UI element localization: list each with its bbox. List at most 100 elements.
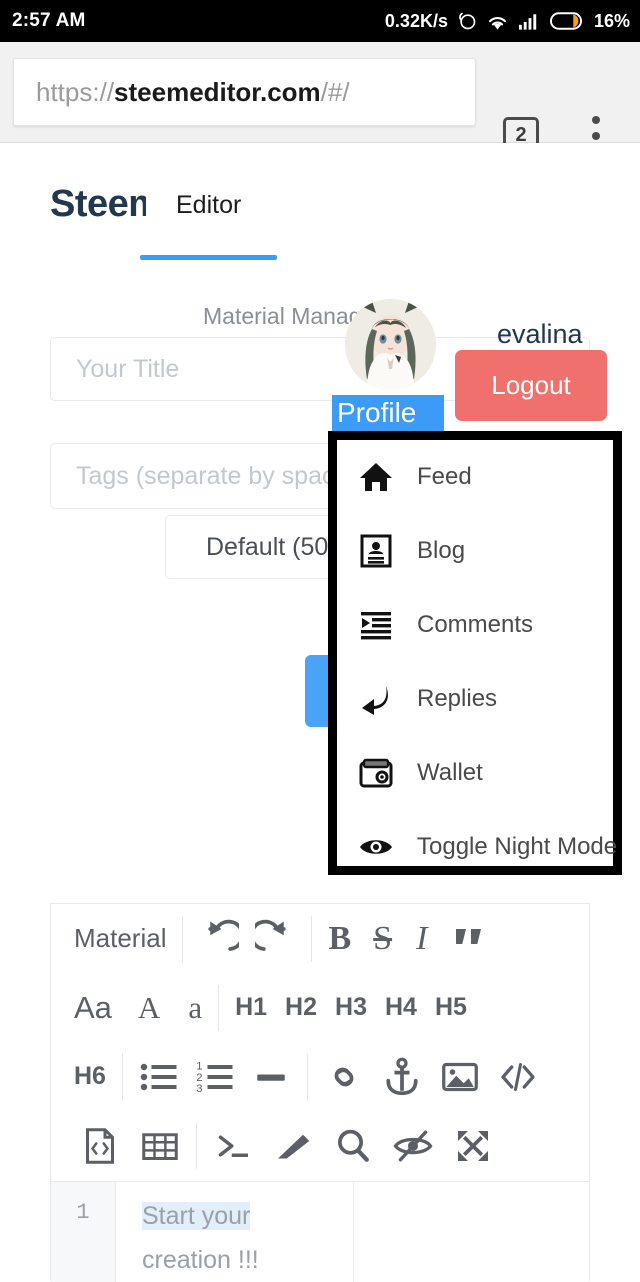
logout-button[interactable]: Logout <box>455 350 607 421</box>
comments-list-icon <box>357 606 395 644</box>
title-placeholder: Your Title <box>76 354 180 383</box>
search-button[interactable] <box>333 1123 373 1169</box>
toolbar-separator <box>182 915 184 962</box>
undo-button[interactable] <box>199 916 240 962</box>
font-family-button[interactable]: A <box>138 985 160 1031</box>
profile-dropdown-menu: Feed Blog Comments Replies Wallet Toggle… <box>328 431 622 875</box>
redo-button[interactable] <box>255 916 295 962</box>
table-button[interactable] <box>140 1123 180 1169</box>
toolbar-separator <box>306 1053 308 1100</box>
code-inline-icon <box>501 1062 535 1091</box>
url-bar[interactable]: https://steemeditor.com/#/ <box>13 58 476 126</box>
avatar[interactable] <box>345 299 436 390</box>
numbered-list-icon: 1 2 3 <box>196 1060 233 1095</box>
anchor-icon <box>386 1057 418 1095</box>
signal-icon <box>518 14 537 30</box>
menu-item-comments[interactable]: Comments <box>337 588 613 662</box>
menu-item-replies[interactable]: Replies <box>337 662 613 736</box>
toolbar-row-3: H6 1 2 3 <box>51 1042 589 1111</box>
tab-editor[interactable]: Editor <box>172 191 246 220</box>
line-number: 1 <box>51 1182 116 1282</box>
image-icon <box>442 1062 478 1091</box>
menu-item-feed[interactable]: Feed <box>337 440 613 514</box>
svg-text:3: 3 <box>196 1083 202 1095</box>
eraser-icon <box>278 1134 310 1158</box>
code-inline-button[interactable] <box>498 1054 538 1100</box>
heading-5-button[interactable]: H5 <box>435 985 467 1031</box>
url-text: https://steemeditor.com/#/ <box>36 77 350 108</box>
svg-text:2: 2 <box>196 1071 202 1083</box>
heading-1-button[interactable]: H1 <box>235 985 267 1031</box>
toolbar-separator <box>121 1053 123 1100</box>
editor-placeholder: Start your creation !!! <box>116 1182 589 1282</box>
strikethrough-button[interactable]: S <box>373 916 392 962</box>
status-time: 2:57 AM <box>12 10 86 31</box>
quote-button[interactable] <box>451 916 491 962</box>
heading-2-button[interactable]: H2 <box>285 985 317 1031</box>
editor-wrap-guide <box>353 1182 354 1282</box>
eye-icon <box>357 828 395 866</box>
site-logo[interactable]: Steem <box>50 183 146 226</box>
toolbar-separator <box>196 1122 197 1169</box>
quote-icon <box>456 928 482 944</box>
menu-label: Comments <box>417 611 534 638</box>
svg-text:1: 1 <box>196 1060 202 1072</box>
fullscreen-button[interactable] <box>453 1123 493 1169</box>
url-scheme: https:// <box>36 76 115 107</box>
battery-percent: 16% <box>593 10 630 31</box>
table-icon <box>142 1132 178 1160</box>
editor-text-area[interactable]: 1 Start your creation !!! <box>51 1181 589 1282</box>
italic-button[interactable]: I <box>416 916 427 962</box>
code-file-button[interactable] <box>80 1123 120 1169</box>
menu-item-blog[interactable]: Blog <box>337 514 613 588</box>
menu-item-toggle-night-mode[interactable]: Toggle Night Mode <box>337 810 617 884</box>
tab-active-indicator <box>140 255 277 260</box>
material-button[interactable]: Material <box>74 916 166 962</box>
toolbar-row-4 <box>51 1111 589 1180</box>
eraser-button[interactable] <box>273 1123 313 1169</box>
bold-button[interactable]: B <box>328 916 351 962</box>
terminal-icon <box>218 1135 248 1157</box>
heading-6-button[interactable]: H6 <box>74 1054 106 1100</box>
profile-badge[interactable]: Profile <box>332 395 444 431</box>
menu-label: Blog <box>417 537 466 564</box>
heading-3-button[interactable]: H3 <box>335 985 367 1031</box>
menu-label: Wallet <box>417 759 483 786</box>
battery-icon <box>549 12 582 30</box>
bullet-list-button[interactable] <box>139 1054 179 1100</box>
toolbar-row-1: Material B S I <box>51 904 589 973</box>
bold-icon: B <box>328 919 352 957</box>
image-button[interactable] <box>440 1054 480 1100</box>
menu-item-wallet[interactable]: Wallet <box>337 736 613 810</box>
status-icons: 0.32K/s 16% <box>385 11 630 32</box>
terminal-button[interactable] <box>213 1123 253 1169</box>
editor-placeholder-line-2: creation !!! <box>142 1246 259 1274</box>
anchor-button[interactable] <box>382 1054 422 1100</box>
id-card-icon <box>357 532 395 570</box>
editor-placeholder-line-1: Start your <box>142 1202 251 1230</box>
status-bar: 2:57 AM 0.32K/s 16% <box>0 0 640 42</box>
horizontal-rule-icon <box>257 1074 285 1081</box>
browser-bar: https://steemeditor.com/#/ 2 <box>0 42 640 156</box>
username-label: evalina <box>497 319 583 349</box>
tags-placeholder: Tags (separate by space) <box>76 461 357 490</box>
link-icon <box>334 1067 354 1086</box>
heading-4-button[interactable]: H4 <box>385 985 417 1031</box>
url-host: steemeditor.com <box>114 76 321 107</box>
network-rate: 0.32K/s <box>384 10 448 31</box>
eye-slash-button[interactable] <box>393 1123 433 1169</box>
wifi-icon <box>489 16 506 30</box>
url-path: /#/ <box>320 76 350 107</box>
markdown-editor: Material B S I Aa A a H1 H2 H3 H4 H5 H6 … <box>50 903 590 1282</box>
link-button[interactable] <box>324 1054 364 1100</box>
reply-arrow-icon <box>357 680 395 718</box>
search-icon <box>338 1129 369 1162</box>
horizontal-rule-button[interactable] <box>251 1054 291 1100</box>
kebab-dot <box>592 132 600 140</box>
numbered-list-button[interactable]: 1 2 3 <box>195 1054 235 1100</box>
avatar-image <box>345 299 436 390</box>
font-size-button[interactable]: Aa <box>74 985 112 1031</box>
lowercase-button[interactable]: a <box>188 985 202 1031</box>
dnd-icon <box>459 12 476 30</box>
menu-label: Feed <box>417 463 472 490</box>
